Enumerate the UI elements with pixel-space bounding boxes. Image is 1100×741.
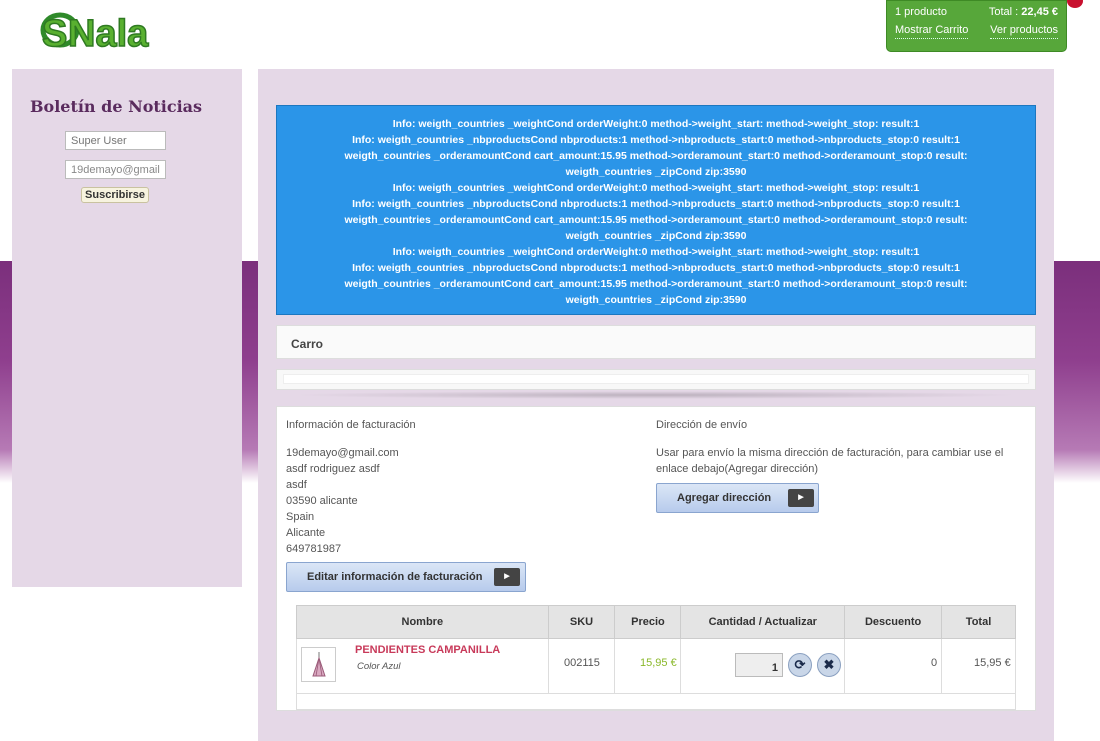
add-address-button[interactable]: Agregar dirección ▶ [656, 483, 819, 513]
cart-count: 1 producto [895, 6, 947, 18]
billing-line: Alicante [286, 527, 326, 539]
col-header-sku: SKU [547, 605, 616, 639]
steps-bar [276, 369, 1036, 390]
info-message-line: Info: weigth_countries _nbproductsCond n… [352, 134, 960, 146]
product-discount: 0 [931, 657, 938, 669]
shipping-title: Dirección de envío [656, 419, 748, 431]
play-arrow-icon: ▶ [788, 489, 814, 507]
billing-line: 03590 alicante [286, 495, 358, 507]
col-header-quantity: Cantidad / Actualizar [680, 605, 846, 639]
svg-text:Nala: Nala [68, 13, 149, 54]
billing-line: asdf rodriguez asdf [286, 463, 380, 475]
newsletter-name-input[interactable] [65, 131, 166, 150]
product-attribute: Color Azul [357, 661, 401, 672]
view-products-link[interactable]: Ver productos [990, 24, 1058, 39]
billing-line: 649781987 [286, 543, 342, 555]
site-logo[interactable]: S Nala [38, 4, 170, 56]
shipping-info: Dirección de envío Usar para envío la mi… [656, 419, 1016, 477]
product-total: 15,95 € [974, 657, 1011, 669]
billing-info: Información de facturación 19demayo@gmai… [286, 419, 616, 557]
shipping-description: Usar para envío la misma dirección de fa… [656, 447, 1004, 475]
col-header-discount: Descuento [844, 605, 943, 639]
info-message-line: weigth_countries _zipCond zip:3590 [565, 166, 747, 178]
billing-line: 19demayo@gmail.com [286, 447, 399, 459]
billing-title: Información de facturación [286, 419, 416, 431]
newsletter-email-input[interactable] [65, 160, 166, 179]
cart-badge-icon [1067, 0, 1083, 8]
show-cart-link[interactable]: Mostrar Carrito [895, 24, 969, 39]
info-message-line: Info: weigth_countries _nbproductsCond n… [352, 198, 960, 210]
table-row [296, 692, 1016, 710]
product-name-link[interactable]: PENDIENTES CAMPANILLA [355, 644, 500, 656]
add-address-label: Agregar dirección [677, 492, 772, 504]
col-header-total: Total [941, 605, 1016, 639]
refresh-icon[interactable]: ⟳ [788, 653, 812, 677]
cart-page-title: Carro [276, 325, 1036, 359]
svg-text:S: S [42, 13, 67, 54]
divider-shadow [290, 391, 1020, 399]
product-sku: 002115 [564, 657, 600, 669]
newsletter-title: Boletín de Noticias [30, 97, 203, 116]
col-header-name: Nombre [296, 605, 549, 639]
quantity-input[interactable] [735, 653, 783, 677]
cart-total: Total : 22,45 € [988, 6, 1058, 18]
info-message-line: weigth_countries _orderamountCond cart_a… [344, 214, 968, 226]
info-message-line: Info: weigth_countries _weightCond order… [392, 246, 920, 258]
edit-billing-button[interactable]: Editar información de facturación ▶ [286, 562, 526, 592]
info-message-box: Info: weigth_countries _weightCond order… [276, 105, 1036, 315]
edit-billing-label: Editar información de facturación [307, 571, 483, 583]
billing-line: asdf [286, 479, 307, 491]
col-header-price: Precio [614, 605, 682, 639]
subscribe-button[interactable]: Suscribirse [81, 187, 149, 203]
product-price: 15,95 € [640, 657, 677, 669]
info-message-line: Info: weigth_countries _nbproductsCond n… [352, 262, 960, 274]
product-thumbnail[interactable] [301, 647, 336, 682]
info-message-line: weigth_countries _zipCond zip:3590 [565, 230, 747, 242]
mini-cart[interactable]: 1 producto Total : 22,45 € Mostrar Carri… [886, 0, 1067, 52]
info-message-line: Info: weigth_countries _weightCond order… [392, 182, 920, 194]
info-message-line: weigth_countries _orderamountCond cart_a… [344, 278, 968, 290]
info-message-line: weigth_countries _zipCond zip:3590 [565, 294, 747, 306]
play-arrow-icon: ▶ [494, 568, 520, 586]
table-header-row: Nombre SKU Precio Cantidad / Actualizar … [296, 605, 1016, 639]
info-message-line: Info: weigth_countries _weightCond order… [392, 118, 920, 130]
info-message-line: weigth_countries _orderamountCond cart_a… [344, 150, 968, 162]
billing-line: Spain [286, 511, 315, 523]
close-icon[interactable]: ✖ [817, 653, 841, 677]
